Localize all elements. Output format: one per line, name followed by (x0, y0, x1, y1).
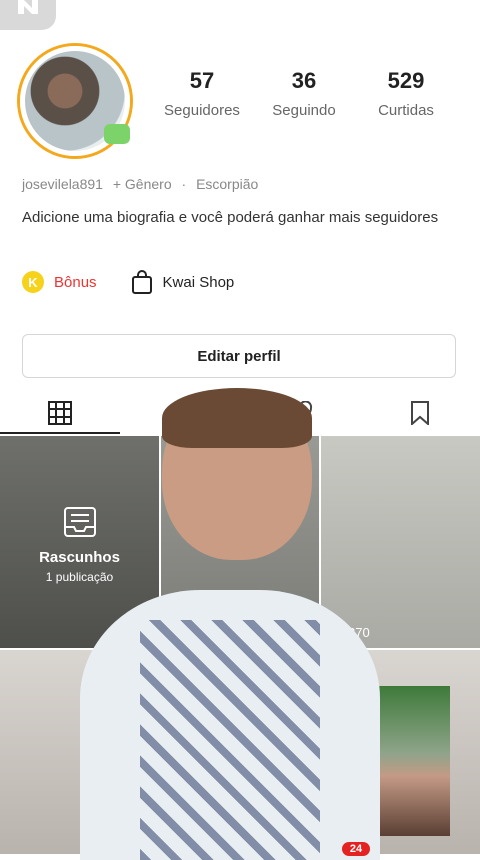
shopping-bag-icon (131, 270, 152, 294)
likes-count: 529 (387, 68, 425, 93)
profile-avatar[interactable] (12, 44, 130, 156)
bookmark-icon (411, 401, 429, 425)
likes-stat[interactable]: 529 Curtidas (356, 68, 456, 119)
coin-icon: K (22, 271, 44, 293)
followers-count: 57 (189, 68, 215, 93)
bonus-label: Bônus (54, 273, 97, 291)
drafts-info: Rascunhos 1 publicação (0, 506, 159, 584)
avatar-decoration (104, 124, 130, 144)
drafts-title: Rascunhos (39, 549, 120, 566)
kwai-shop-label: Kwai Shop (162, 273, 235, 291)
app-badge (0, 0, 56, 30)
profile-bio[interactable]: Adicione uma biografia e você poderá gan… (22, 208, 442, 227)
following-stat[interactable]: 36 Seguindo (254, 68, 354, 119)
following-count: 36 (291, 68, 317, 93)
profile-meta: josevilela891 + Gênero · Escorpião (22, 176, 264, 192)
camera-overlay (80, 388, 380, 860)
tab-grid[interactable] (0, 392, 120, 434)
bonus-button[interactable]: K Bônus (22, 271, 97, 293)
followers-stat[interactable]: 57 Seguidores (152, 68, 252, 119)
gender-link[interactable]: + Gênero (113, 176, 172, 192)
kwai-shop-button[interactable]: Kwai Shop (131, 270, 235, 294)
grid-icon (48, 401, 72, 425)
profile-actions: K Bônus Kwai Shop (22, 270, 234, 294)
drafts-count: 1 publicação (45, 570, 114, 584)
drafts-icon (63, 507, 96, 537)
followers-label: Seguidores (164, 102, 240, 119)
likes-label: Curtidas (378, 102, 434, 119)
overlay-shirt-pattern (140, 620, 320, 860)
meta-separator: · (181, 176, 187, 192)
overlay-hair (162, 388, 312, 448)
following-label: Seguindo (272, 102, 336, 119)
username: josevilela891 (22, 176, 103, 192)
tab-saved[interactable] (360, 392, 480, 434)
profile-stats: 57 Seguidores 36 Seguindo 529 Curtidas (152, 68, 456, 119)
app-logo-icon (18, 0, 38, 14)
edit-profile-button[interactable]: Editar perfil (22, 334, 456, 378)
zodiac-sign[interactable]: Escorpião (196, 176, 258, 192)
